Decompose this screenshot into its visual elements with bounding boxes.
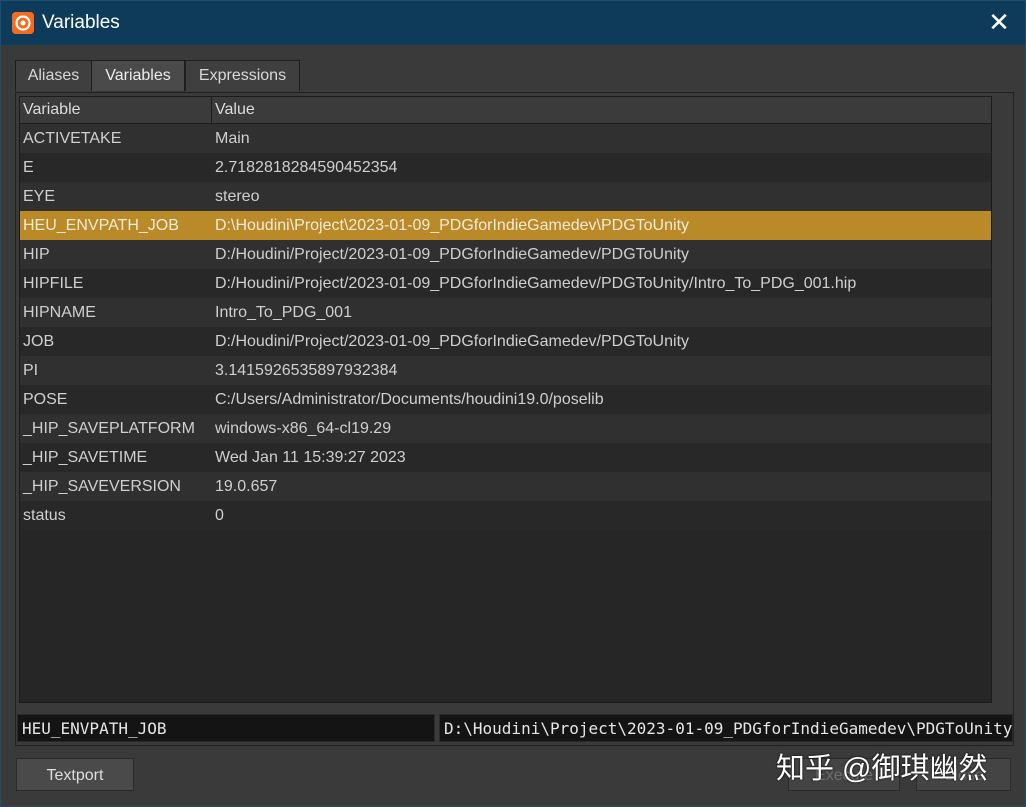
table-row[interactable]: JOB D:/Houdini/Project/2023-01-09_PDGforI… xyxy=(20,327,991,356)
variable-value-cell: Intro_To_PDG_001 xyxy=(215,304,352,321)
table-row[interactable]: HIPFILE D:/Houdini/Project/2023-01-09_PDG… xyxy=(20,269,991,298)
variable-value-cell: windows-x86_64-cl19.29 xyxy=(215,420,392,437)
variable-name-cell: JOB xyxy=(23,333,55,350)
variable-name-cell: _HIP_SAVEPLATFORM xyxy=(23,420,195,437)
tab-aliases[interactable]: Aliases xyxy=(15,60,92,91)
variable-value-cell: 0 xyxy=(215,507,224,524)
variable-name-cell: status xyxy=(23,507,66,524)
variable-name-field[interactable]: HEU_ENVPATH_JOB xyxy=(17,714,435,742)
variable-value-field[interactable]: D:\Houdini\Project\2023-01-09_PDGforIndi… xyxy=(439,714,1013,742)
houdini-logo-icon xyxy=(12,12,34,34)
table-row[interactable]: HIP D:/Houdini/Project/2023-01-09_PDGforI… xyxy=(20,240,991,269)
table-row[interactable]: HIPNAME Intro_To_PDG_001 xyxy=(20,298,991,327)
variable-name-cell: HIPFILE xyxy=(23,275,84,292)
variable-value-cell: 19.0.657 xyxy=(215,478,278,495)
variable-name-cell: HEU_ENVPATH_JOB xyxy=(23,217,179,234)
window-title: Variables xyxy=(42,12,120,33)
variable-name-cell: _HIP_SAVETIME xyxy=(23,449,148,466)
variables-window: Variables ✕ Aliases Variables Expression… xyxy=(0,0,1026,807)
title-bar: Variables ✕ xyxy=(1,1,1025,45)
variable-name-cell: POSE xyxy=(23,391,68,408)
table-row[interactable]: EYE stereo xyxy=(20,182,991,211)
variable-name-cell: ACTIVETAKE xyxy=(23,130,122,147)
variable-name-cell: _HIP_SAVEVERSION xyxy=(23,478,181,495)
table-body: ACTIVETAKE Main E 2.7182818284590452354 EYE s… xyxy=(20,124,991,530)
column-header-variable[interactable]: Variable xyxy=(23,97,212,123)
table-row[interactable]: POSE C:/Users/Administrator/Documents/hou… xyxy=(20,385,991,414)
variable-value-cell: D:/Houdini/Project/2023-01-09_PDGforIndi… xyxy=(215,333,690,350)
table-row[interactable]: status 0 xyxy=(20,501,991,530)
column-header-value[interactable]: Value xyxy=(215,97,255,123)
tab-variables[interactable]: Variables xyxy=(91,60,185,91)
tab-expressions[interactable]: Expressions xyxy=(185,60,300,91)
variable-value-cell: C:/Users/Administrator/Documents/houdini… xyxy=(215,391,604,408)
variable-name-cell: HIPNAME xyxy=(23,304,96,321)
variable-value-cell: 2.7182818284590452354 xyxy=(215,159,398,176)
table-row[interactable]: _HIP_SAVEVERSION 19.0.657 xyxy=(20,472,991,501)
variable-value-cell: D:/Houdini/Project/2023-01-09_PDGforIndi… xyxy=(215,246,690,263)
variable-value-cell: Wed Jan 11 15:39:27 2023 xyxy=(215,449,406,466)
table-row[interactable]: E 2.7182818284590452354 xyxy=(20,153,991,182)
variable-name-cell: EYE xyxy=(23,188,56,205)
table-row[interactable]: ACTIVETAKE Main xyxy=(20,124,991,153)
variable-value-cell: stereo xyxy=(215,188,260,205)
table-header: Variable Value xyxy=(20,97,991,124)
variable-value-cell: D:/Houdini/Project/2023-01-09_PDGforIndi… xyxy=(215,275,857,292)
variables-table: Variable Value ACTIVETAKE Main E 2.71828182… xyxy=(19,96,992,703)
watermark: 知乎 @御琪幽然 xyxy=(776,753,988,785)
table-row[interactable]: HEU_ENVPATH_JOB D:\Houdini\Project\2023-0… xyxy=(20,211,991,240)
vertical-scrollbar[interactable] xyxy=(992,96,1010,701)
variables-panel: Variable Value ACTIVETAKE Main E 2.71828182… xyxy=(15,92,1014,746)
table-row[interactable]: _HIP_SAVETIME Wed Jan 11 15:39:27 2023 xyxy=(20,443,991,472)
variable-name-cell: PI xyxy=(23,362,39,379)
variable-value-cell: Main xyxy=(215,130,250,147)
textport-button[interactable]: Textport xyxy=(16,758,134,791)
variable-value-cell: 3.1415926535897932384 xyxy=(215,362,398,379)
variable-value-cell: D:\Houdini\Project\2023-01-09_PDGforIndi… xyxy=(215,217,690,234)
table-row[interactable]: PI 3.1415926535897932384 xyxy=(20,356,991,385)
table-row[interactable]: _HIP_SAVEPLATFORM windows-x86_64-cl19.29 xyxy=(20,414,991,443)
variable-name-cell: HIP xyxy=(23,246,50,263)
close-icon[interactable]: ✕ xyxy=(985,8,1013,36)
variable-name-cell: E xyxy=(23,159,34,176)
